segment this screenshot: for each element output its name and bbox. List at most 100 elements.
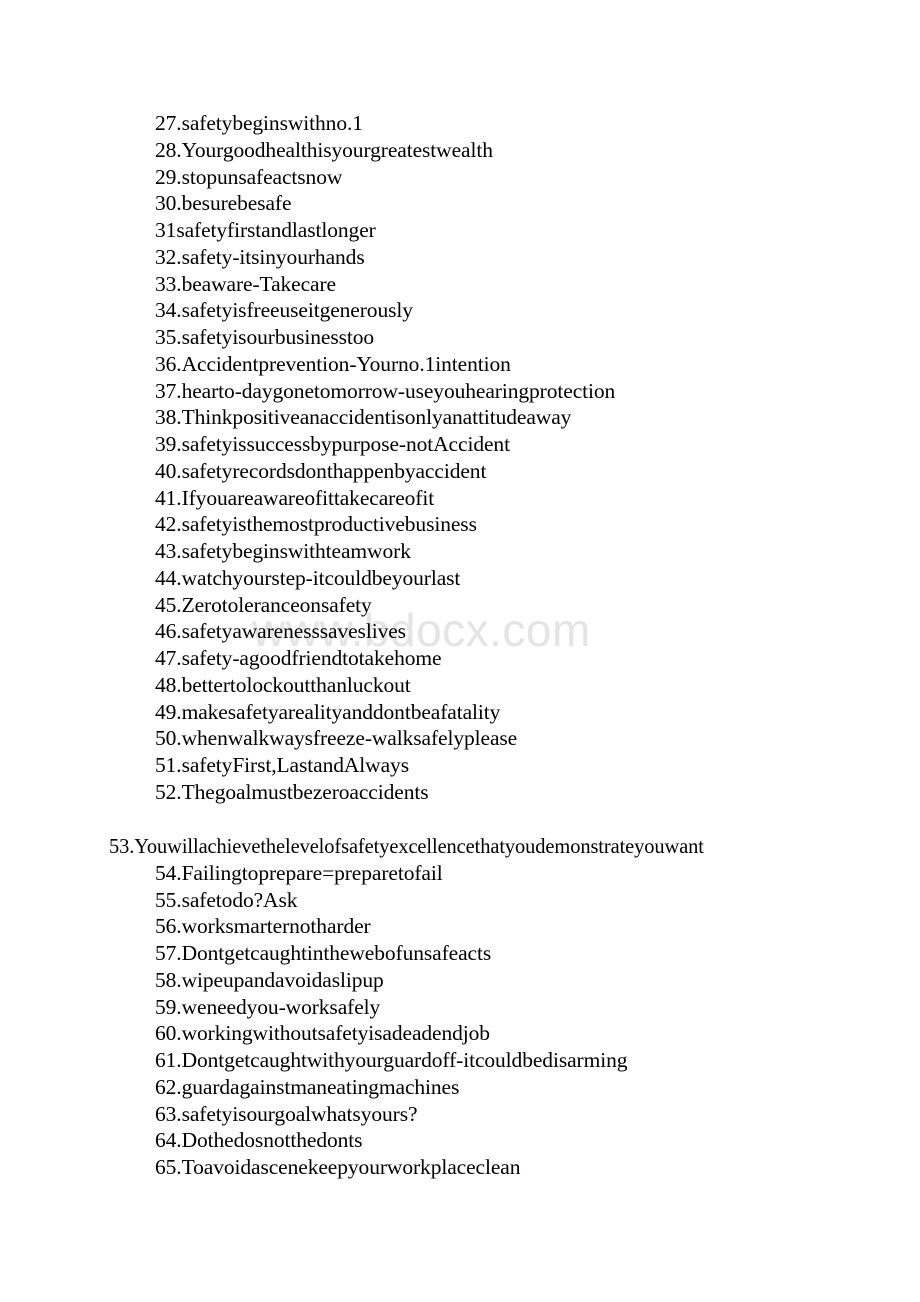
list-item-number: 28. <box>155 138 182 162</box>
list-item-number: 53. <box>109 834 135 858</box>
list-item: 54.Failingtoprepare=preparetofail <box>155 860 443 887</box>
list-item-number: 63. <box>155 1102 182 1126</box>
list-item-text: bettertolockoutthanluckout <box>181 673 411 697</box>
list-item-number: 32. <box>155 245 182 269</box>
list-item-text: safety-agoodfriendtotakehome <box>181 646 442 670</box>
list-item: 53.Youwillachievethelevelofsafetyexcelle… <box>109 833 704 860</box>
list-item: 60.workingwithoutsafetyisadeadendjob <box>155 1020 490 1047</box>
list-item-number: 56. <box>155 914 182 938</box>
list-item-text: weneedyou-worksafely <box>181 995 381 1019</box>
list-item-number: 52. <box>155 780 182 804</box>
list-item: 62.guardagainstmaneatingmachines <box>155 1074 459 1101</box>
list-item-text: beaware-Takecare <box>181 272 337 296</box>
list-item-text: guardagainstmaneatingmachines <box>181 1075 460 1099</box>
list-item: 47.safety-agoodfriendtotakehome <box>155 645 442 672</box>
list-item-text: Yourgoodhealthisyourgreatestwealth <box>181 138 493 162</box>
list-item: 43.safetybeginswithteamwork <box>155 538 411 565</box>
list-item-text: Failingtoprepare=preparetofail <box>181 861 443 885</box>
list-item-number: 54. <box>155 861 182 885</box>
list-item-text: Accidentprevention-Yourno.1intention <box>181 352 511 376</box>
list-item: 45.Zerotoleranceonsafety <box>155 592 372 619</box>
list-item: 28.Yourgoodhealthisyourgreatestwealth <box>155 137 493 164</box>
list-item: 36.Accidentprevention-Yourno.1intention <box>155 351 511 378</box>
list-item-number: 33. <box>155 272 182 296</box>
list-item-text: safetybeginswithteamwork <box>181 539 411 563</box>
list-item-number: 29. <box>155 165 182 189</box>
list-item-text: Zerotoleranceonsafety <box>181 593 372 617</box>
list-item-number: 36. <box>155 352 182 376</box>
list-item-number: 62. <box>155 1075 182 1099</box>
list-item-text: safetyissuccessbypurpose-notAccident <box>181 432 510 456</box>
list-item-text: wipeupandavoidaslipup <box>181 968 384 992</box>
list-item-text: makesafetyarealityanddontbeafatality <box>181 700 501 724</box>
list-item: 63.safetyisourgoalwhatsyours? <box>155 1101 418 1128</box>
list-item: 57.Dontgetcaughtinthewebofunsafeacts <box>155 940 491 967</box>
list-item-text: watchyourstep-itcouldbeyourlast <box>181 566 461 590</box>
list-item-text: safetyisthemostproductivebusiness <box>181 512 477 536</box>
list-item: 65.Toavoidascenekeepyourworkplaceclean <box>155 1154 521 1181</box>
list-item-number: 65. <box>155 1155 182 1179</box>
list-item-number: 51. <box>155 753 182 777</box>
list-item: 32.safety-itsinyourhands <box>155 244 365 271</box>
list-item-text: safetybeginswithno.1 <box>181 111 363 135</box>
list-item-number: 50. <box>155 726 182 750</box>
list-item: 33.beaware-Takecare <box>155 271 336 298</box>
list-item-text: Thegoalmustbezeroaccidents <box>181 780 429 804</box>
list-item: 39.safetyissuccessbypurpose-notAccident <box>155 431 510 458</box>
list-item-text: Dontgetcaughtinthewebofunsafeacts <box>181 941 492 965</box>
list-item-number: 61. <box>155 1048 182 1072</box>
list-item-text: safetyawarenesssaveslives <box>181 619 406 643</box>
list-item-text: safetyisourbusinesstoo <box>181 325 375 349</box>
list-item-number: 43. <box>155 539 182 563</box>
list-item-text: Thinkpositiveanaccidentisonlyanattitudea… <box>181 405 572 429</box>
list-item-text: safetyrecordsdonthappenbyaccident <box>181 459 487 483</box>
list-item-text: worksmarternotharder <box>181 914 371 938</box>
list-item: 48.bettertolockoutthanluckout <box>155 672 411 699</box>
list-item-text: hearto-daygonetomorrow-useyouhearingprot… <box>181 379 616 403</box>
list-item: 56.worksmarternotharder <box>155 913 371 940</box>
list-item: 64.Dothedosnotthedonts <box>155 1127 363 1154</box>
list-item-number: 58. <box>155 968 182 992</box>
list-item-number: 34. <box>155 298 182 322</box>
list-item: 58.wipeupandavoidaslipup <box>155 967 384 994</box>
list-item: 30.besurebesafe <box>155 190 292 217</box>
list-item: 37.hearto-daygonetomorrow-useyouhearingp… <box>155 378 615 405</box>
list-item-number: 64. <box>155 1128 182 1152</box>
list-item-text: safetyisfreeuseitgenerously <box>181 298 413 322</box>
list-item-text: Dontgetcaughtwithyourguardoff-itcouldbed… <box>181 1048 628 1072</box>
list-item-number: 31 <box>155 218 177 242</box>
list-item-number: 44. <box>155 566 182 590</box>
list-item-text: whenwalkwaysfreeze-walksafelyplease <box>181 726 518 750</box>
list-item: 38.Thinkpositiveanaccidentisonlyanattitu… <box>155 404 571 431</box>
list-item-text: safetyisourgoalwhatsyours? <box>181 1102 418 1126</box>
list-item: 50.whenwalkwaysfreeze-walksafelyplease <box>155 725 517 752</box>
list-item-number: 27. <box>155 111 182 135</box>
list-item: 44.watchyourstep-itcouldbeyourlast <box>155 565 460 592</box>
list-item: 42.safetyisthemostproductivebusiness <box>155 511 477 538</box>
list-item: 34.safetyisfreeuseitgenerously <box>155 297 413 324</box>
list-item: 55.safetodo?Ask <box>155 887 298 914</box>
list-item-number: 42. <box>155 512 182 536</box>
list-item: 49.makesafetyarealityanddontbeafatality <box>155 699 500 726</box>
list-item-number: 39. <box>155 432 182 456</box>
list-item-text: safety-itsinyourhands <box>181 245 365 269</box>
list-item-number: 46. <box>155 619 182 643</box>
list-item-number: 48. <box>155 673 182 697</box>
list-item-text: safetyFirst,LastandAlways <box>181 753 409 777</box>
list-item: 35.safetyisourbusinesstoo <box>155 324 374 351</box>
list-item: 61.Dontgetcaughtwithyourguardoff-itcould… <box>155 1047 627 1074</box>
list-item: 51.safetyFirst,LastandAlways <box>155 752 409 779</box>
list-item-text: safetodo?Ask <box>181 888 298 912</box>
list-item-number: 59. <box>155 995 182 1019</box>
document-page: www.bdocx.com 27.safetybeginswithno.1 28.… <box>0 0 920 1302</box>
list-item-number: 57. <box>155 941 182 965</box>
list-item-text: besurebesafe <box>181 191 292 215</box>
list-item: 41.Ifyouareawareofittakecareofit <box>155 485 434 512</box>
list-item: 31safetyfirstandlastlonger <box>155 217 376 244</box>
list-item: 59.weneedyou-worksafely <box>155 994 380 1021</box>
list-item-number: 45. <box>155 593 182 617</box>
list-item: 29.stopunsafeactsnow <box>155 164 342 191</box>
list-item-text: Youwillachievethelevelofsafetyexcellence… <box>134 834 704 858</box>
list-item-text: safetyfirstandlastlonger <box>176 218 376 242</box>
list-item-number: 30. <box>155 191 182 215</box>
